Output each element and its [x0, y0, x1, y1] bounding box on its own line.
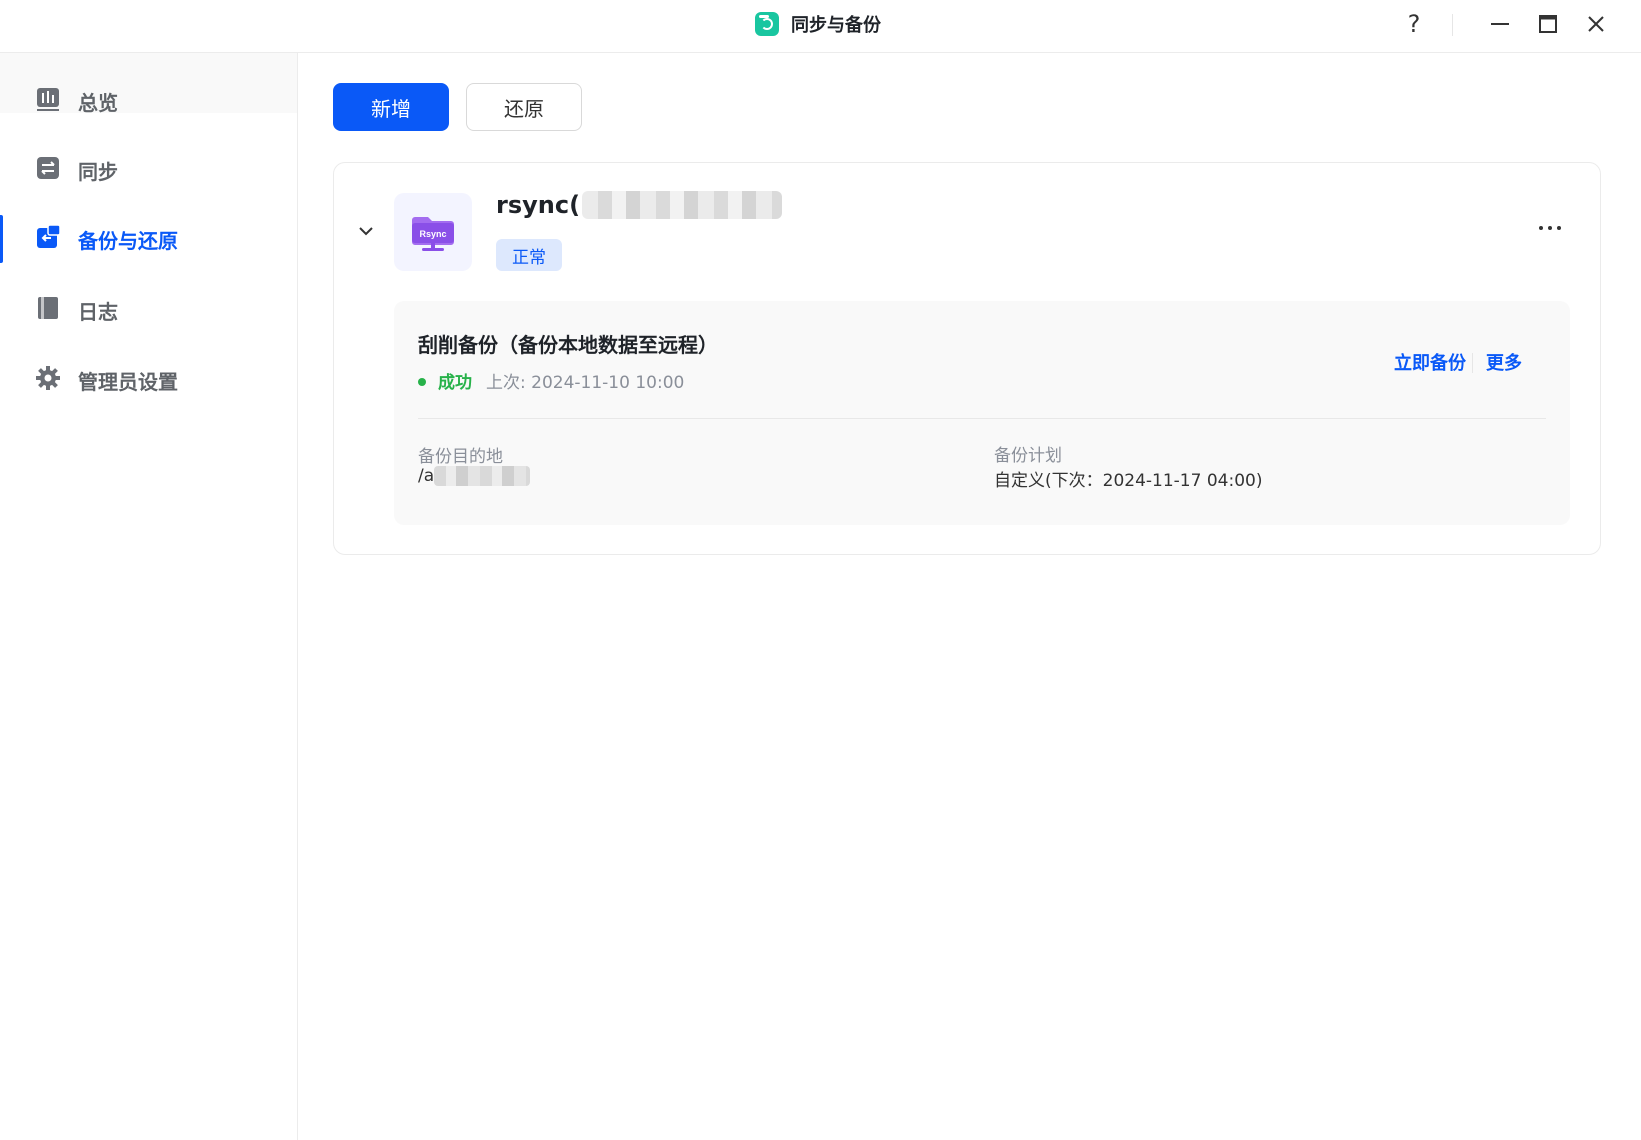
task-name: rsync(: [496, 191, 783, 219]
minimize-button[interactable]: [1482, 8, 1518, 40]
gear-icon: [36, 366, 60, 390]
rsync-folder-icon: Rsync: [394, 193, 472, 271]
title-bar: 同步与备份 ?: [0, 0, 1641, 53]
minimize-icon: [1491, 23, 1509, 25]
job-title: 刮削备份（备份本地数据至远程）: [418, 333, 718, 357]
sidebar-item-backup-restore[interactable]: 备份与还原: [0, 195, 297, 263]
destination-label: 备份目的地: [418, 447, 503, 467]
backup-job-panel: 刮削备份（备份本地数据至远程） 成功 上次: 2024-11-10 10:00 …: [394, 301, 1570, 525]
add-button[interactable]: 新增: [333, 83, 449, 131]
help-button[interactable]: ?: [1396, 8, 1432, 40]
backup-restore-icon: [36, 225, 60, 249]
sidebar-item-label: 总览: [78, 91, 118, 115]
sidebar-item-sync[interactable]: 同步: [0, 125, 297, 185]
sidebar-item-label: 日志: [78, 300, 118, 324]
more-options-button[interactable]: [1532, 213, 1568, 243]
ellipsis-icon: [1539, 226, 1561, 230]
schedule-label: 备份计划: [994, 446, 1062, 466]
active-indicator: [0, 215, 3, 263]
app-title: 同步与备份: [755, 10, 881, 38]
sidebar-item-overview[interactable]: 总览: [0, 53, 297, 115]
sidebar-item-logs[interactable]: 日志: [0, 266, 297, 326]
book-icon: [36, 296, 60, 320]
more-link[interactable]: 更多: [1486, 349, 1522, 375]
sidebar-item-label: 备份与还原: [78, 229, 178, 253]
close-icon: [1588, 16, 1604, 32]
backup-now-link[interactable]: 立即备份: [1394, 349, 1466, 375]
sidebar-item-label: 管理员设置: [78, 370, 178, 394]
status-badge: 正常: [496, 239, 562, 271]
sidebar: 总览 同步 备份与还原 日志 管理员设置: [0, 53, 298, 1140]
last-run-time: 上次: 2024-11-10 10:00: [486, 373, 685, 393]
swap-arrows-icon: [36, 156, 60, 180]
schedule-value: 自定义(下次：2024-11-17 04:00): [994, 471, 1263, 491]
link-divider: [1472, 353, 1473, 373]
help-icon: ?: [1407, 10, 1421, 38]
app-logo-icon: [755, 12, 779, 36]
redacted-text: [582, 191, 783, 219]
sidebar-item-label: 同步: [78, 160, 118, 184]
close-button[interactable]: [1578, 8, 1614, 40]
titlebar-divider: [1452, 14, 1453, 36]
rsync-icon-text: Rsync: [419, 229, 446, 239]
chevron-down-icon[interactable]: [354, 219, 378, 243]
destination-path: /a: [418, 466, 435, 486]
sidebar-item-admin-settings[interactable]: 管理员设置: [0, 336, 297, 396]
task-name-text: rsync(: [496, 191, 581, 219]
redacted-text: [434, 466, 531, 486]
job-result: 成功: [438, 373, 472, 393]
maximize-icon: [1539, 15, 1557, 33]
maximize-button[interactable]: [1530, 8, 1566, 40]
panel-divider: [418, 418, 1546, 419]
restore-button[interactable]: 还原: [466, 83, 582, 131]
chart-icon: [36, 87, 60, 111]
backup-task-card: Rsync rsync( 正常 刮削备份（备份本地数据至远程） 成功 上次: 2…: [333, 162, 1601, 555]
window-title: 同步与备份: [791, 15, 881, 36]
success-dot-icon: [418, 378, 426, 386]
destination-value: /a: [418, 466, 531, 486]
